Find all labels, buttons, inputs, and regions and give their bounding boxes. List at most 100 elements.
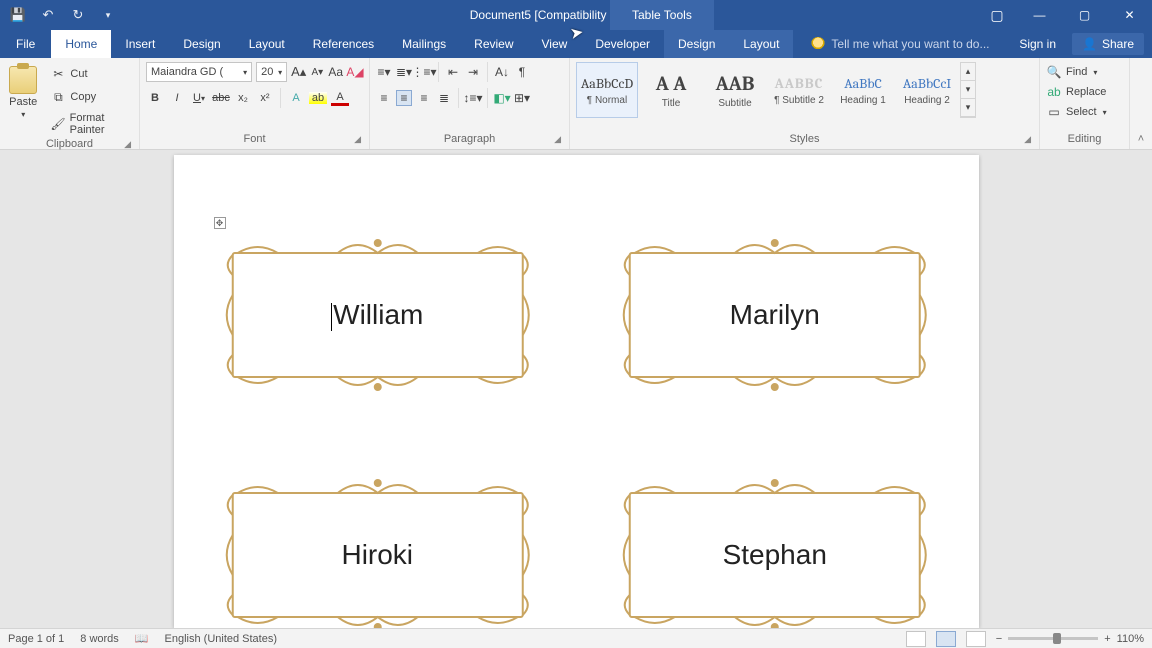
style---subtitle-2[interactable]: AABBC¶ Subtitle 2 xyxy=(768,62,830,118)
qat-more-icon[interactable]: ▾ xyxy=(100,7,116,23)
align-right-icon[interactable]: ≡ xyxy=(416,90,432,106)
style-heading-2[interactable]: AaBbCcIHeading 2 xyxy=(896,62,958,118)
change-case-icon[interactable]: Aa xyxy=(328,64,343,80)
copy-button[interactable]: ⧉Copy xyxy=(46,87,133,107)
web-layout-button[interactable] xyxy=(966,631,986,647)
style-subtitle[interactable]: AABSubtitle xyxy=(704,62,766,118)
format-painter-button[interactable]: 🖌Format Painter xyxy=(46,110,133,138)
status-language[interactable]: English (United States) xyxy=(165,633,278,645)
style-heading-1[interactable]: AaBbCHeading 1 xyxy=(832,62,894,118)
zoom-level[interactable]: 110% xyxy=(1117,633,1144,645)
share-button[interactable]: 👤 Share xyxy=(1072,33,1144,55)
superscript-button[interactable]: x² xyxy=(256,92,274,104)
borders-icon[interactable]: ⊞▾ xyxy=(514,90,530,106)
bold-button[interactable]: B xyxy=(146,92,164,104)
proofing-icon[interactable]: 📖 xyxy=(135,632,149,645)
replace-button[interactable]: abReplace xyxy=(1046,82,1123,102)
title-bar: 💾 ↶ ↻ ▾ Document5 [Compatibility Mode] -… xyxy=(0,0,1152,30)
tab-layout[interactable]: Layout xyxy=(235,30,299,58)
place-card[interactable]: Hiroki xyxy=(214,475,542,628)
table-anchor-icon[interactable]: ✥ xyxy=(214,217,226,229)
ribbon: Paste ▾ ✂Cut ⧉Copy 🖌Format Painter Clipb… xyxy=(0,58,1152,150)
zoom-slider[interactable] xyxy=(1008,637,1098,640)
align-center-icon[interactable]: ≡ xyxy=(396,90,412,106)
decrease-indent-icon[interactable]: ⇤ xyxy=(445,64,461,80)
bullets-icon[interactable]: ≡▾ xyxy=(376,64,392,80)
tab-design[interactable]: Design xyxy=(169,30,234,58)
italic-button[interactable]: I xyxy=(168,92,186,104)
font-name-combo[interactable]: Maiandra GD (▾ xyxy=(146,62,252,82)
undo-icon[interactable]: ↶ xyxy=(40,7,56,23)
zoom-control: − + 110% xyxy=(996,633,1144,645)
clear-format-icon[interactable]: A◢ xyxy=(347,64,363,80)
zoom-in-button[interactable]: + xyxy=(1104,633,1110,645)
group-label: Clipboard xyxy=(46,138,93,150)
ribbon-options-icon[interactable]: ▢ xyxy=(977,0,1017,30)
maximize-button[interactable]: ▢ xyxy=(1062,0,1107,30)
group-label: Styles xyxy=(790,133,820,145)
quick-access-toolbar: 💾 ↶ ↻ ▾ xyxy=(0,7,116,23)
cut-icon: ✂ xyxy=(50,66,66,82)
tab-view[interactable]: View xyxy=(528,30,582,58)
place-card[interactable]: Stephan xyxy=(611,475,939,628)
shrink-font-icon[interactable]: A▾ xyxy=(310,64,324,80)
dialog-launcher-icon[interactable]: ◢ xyxy=(354,134,361,145)
redo-icon[interactable]: ↻ xyxy=(70,7,86,23)
document-area[interactable]: ✥ William Marilyn Hiroki xyxy=(0,150,1152,628)
tab-insert[interactable]: Insert xyxy=(111,30,169,58)
highlight-icon[interactable]: ab xyxy=(309,92,327,104)
dialog-launcher-icon[interactable]: ◢ xyxy=(124,139,131,150)
group-label: Paragraph xyxy=(444,133,495,145)
close-button[interactable]: ✕ xyxy=(1107,0,1152,30)
cut-button[interactable]: ✂Cut xyxy=(46,64,133,84)
text-effects-icon[interactable]: A xyxy=(287,92,305,104)
tab-table-design[interactable]: Design xyxy=(664,30,729,58)
show-marks-icon[interactable]: ¶ xyxy=(514,64,530,80)
tab-table-layout[interactable]: Layout xyxy=(729,30,793,58)
paste-button[interactable]: Paste ▾ xyxy=(6,62,40,119)
place-card[interactable]: William xyxy=(214,235,542,395)
find-icon: 🔍 xyxy=(1046,64,1062,80)
align-left-icon[interactable]: ≡ xyxy=(376,90,392,106)
increase-indent-icon[interactable]: ⇥ xyxy=(465,64,481,80)
dialog-launcher-icon[interactable]: ◢ xyxy=(554,134,561,145)
status-words[interactable]: 8 words xyxy=(80,633,119,645)
font-color-icon[interactable]: A xyxy=(331,91,349,106)
strike-button[interactable]: abc xyxy=(212,92,230,104)
minimize-button[interactable]: — xyxy=(1017,0,1062,30)
numbering-icon[interactable]: ≣▾ xyxy=(396,64,412,80)
grow-font-icon[interactable]: A▴ xyxy=(291,64,306,80)
underline-button[interactable]: U▾ xyxy=(190,92,208,104)
tab-mailings[interactable]: Mailings xyxy=(388,30,460,58)
collapse-ribbon-icon[interactable]: ˄ xyxy=(1130,58,1152,149)
print-layout-button[interactable] xyxy=(936,631,956,647)
status-page[interactable]: Page 1 of 1 xyxy=(8,633,64,645)
sign-in-link[interactable]: Sign in xyxy=(1009,37,1066,51)
styles-more[interactable]: ▴▾▾ xyxy=(960,62,976,118)
tab-review[interactable]: Review xyxy=(460,30,527,58)
shading-icon[interactable]: ◧▾ xyxy=(494,90,510,106)
select-icon: ▭ xyxy=(1046,104,1062,120)
place-card[interactable]: Marilyn xyxy=(611,235,939,395)
find-button[interactable]: 🔍Find▾ xyxy=(1046,62,1123,82)
line-spacing-icon[interactable]: ↕≡▾ xyxy=(465,90,481,106)
tab-home[interactable]: Home xyxy=(51,30,111,58)
subscript-button[interactable]: x₂ xyxy=(234,92,252,104)
tab-developer[interactable]: Developer xyxy=(581,30,664,58)
tell-me[interactable]: Tell me what you want to do... xyxy=(793,30,1009,58)
tab-references[interactable]: References xyxy=(299,30,388,58)
group-label: Editing xyxy=(1068,133,1102,145)
font-size-combo[interactable]: 20▾ xyxy=(256,62,287,82)
select-button[interactable]: ▭Select▾ xyxy=(1046,102,1123,122)
paste-label: Paste xyxy=(9,96,37,108)
multilevel-icon[interactable]: ⋮≡▾ xyxy=(416,64,432,80)
justify-icon[interactable]: ≣ xyxy=(436,90,452,106)
read-mode-button[interactable] xyxy=(906,631,926,647)
sort-icon[interactable]: A↓ xyxy=(494,64,510,80)
save-icon[interactable]: 💾 xyxy=(10,7,26,23)
tab-file[interactable]: File xyxy=(0,30,51,58)
zoom-out-button[interactable]: − xyxy=(996,633,1002,645)
style---normal[interactable]: AaBbCcD¶ Normal xyxy=(576,62,638,118)
dialog-launcher-icon[interactable]: ◢ xyxy=(1024,134,1031,145)
style-title[interactable]: A ATitle xyxy=(640,62,702,118)
